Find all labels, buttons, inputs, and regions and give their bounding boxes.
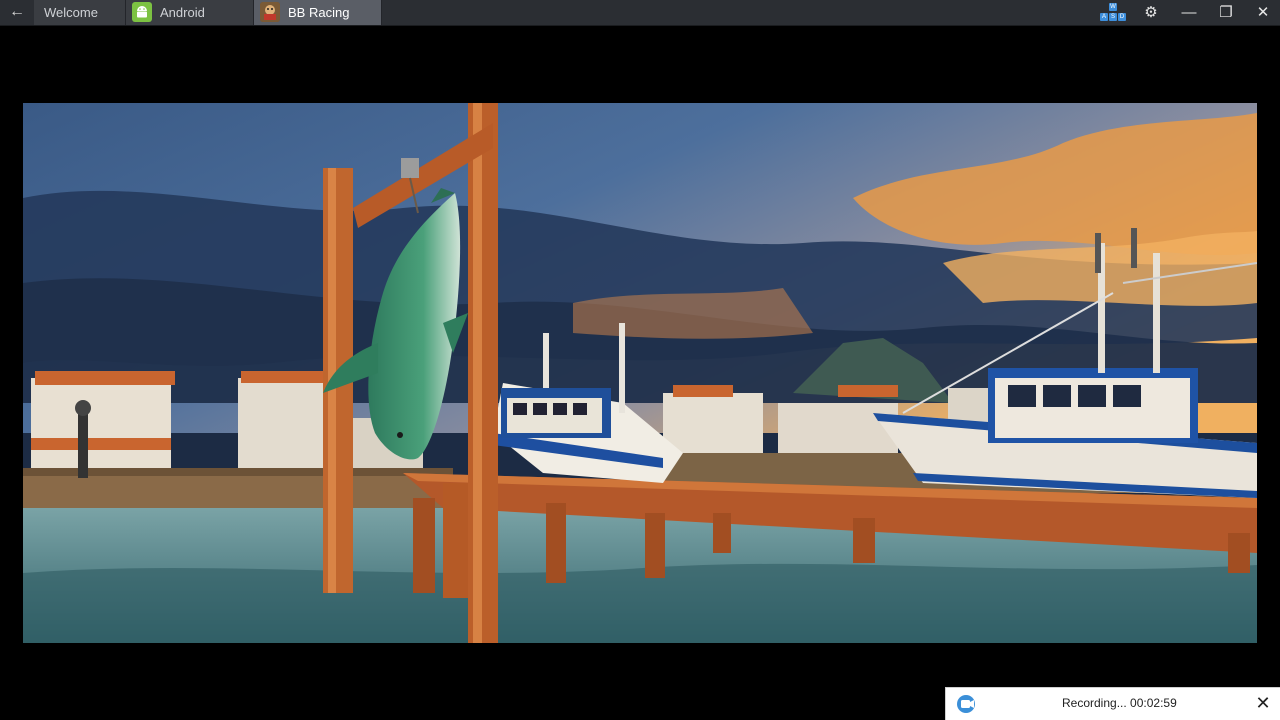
close-icon[interactable]: ✕	[1246, 0, 1280, 25]
bb-racing-game-icon	[260, 2, 280, 22]
tab-label: BB Racing	[288, 5, 350, 20]
back-arrow-icon[interactable]: ←	[0, 0, 34, 25]
tab-label: Android	[160, 5, 205, 20]
key-a: A	[1100, 13, 1108, 21]
game-viewport[interactable]	[23, 103, 1257, 643]
video-camera-icon[interactable]	[956, 694, 978, 714]
key-d: D	[1118, 13, 1126, 21]
tab-label: Welcome	[44, 5, 98, 20]
tab-android[interactable]: Android	[126, 0, 254, 25]
recording-status: Recording... 00:02:59	[1062, 696, 1177, 710]
restore-icon[interactable]: ❐	[1209, 0, 1243, 25]
android-icon	[132, 2, 152, 22]
wasd-keyboard-icon[interactable]: W A S D	[1096, 0, 1130, 25]
game-scene	[23, 103, 1257, 643]
gear-icon[interactable]: ⚙	[1134, 0, 1168, 25]
key-w: W	[1109, 3, 1117, 11]
title-bar: ← Welcome Android BB Racing W A S D ⚙ — …	[0, 0, 1280, 26]
recording-close-icon[interactable]: ✕	[1252, 688, 1274, 719]
recording-panel: Recording... 00:02:59 ✕	[945, 687, 1280, 720]
tab-welcome[interactable]: Welcome	[34, 0, 126, 25]
tab-bb-racing[interactable]: BB Racing	[254, 0, 382, 25]
minimize-icon[interactable]: —	[1172, 0, 1206, 25]
key-s: S	[1109, 13, 1117, 21]
